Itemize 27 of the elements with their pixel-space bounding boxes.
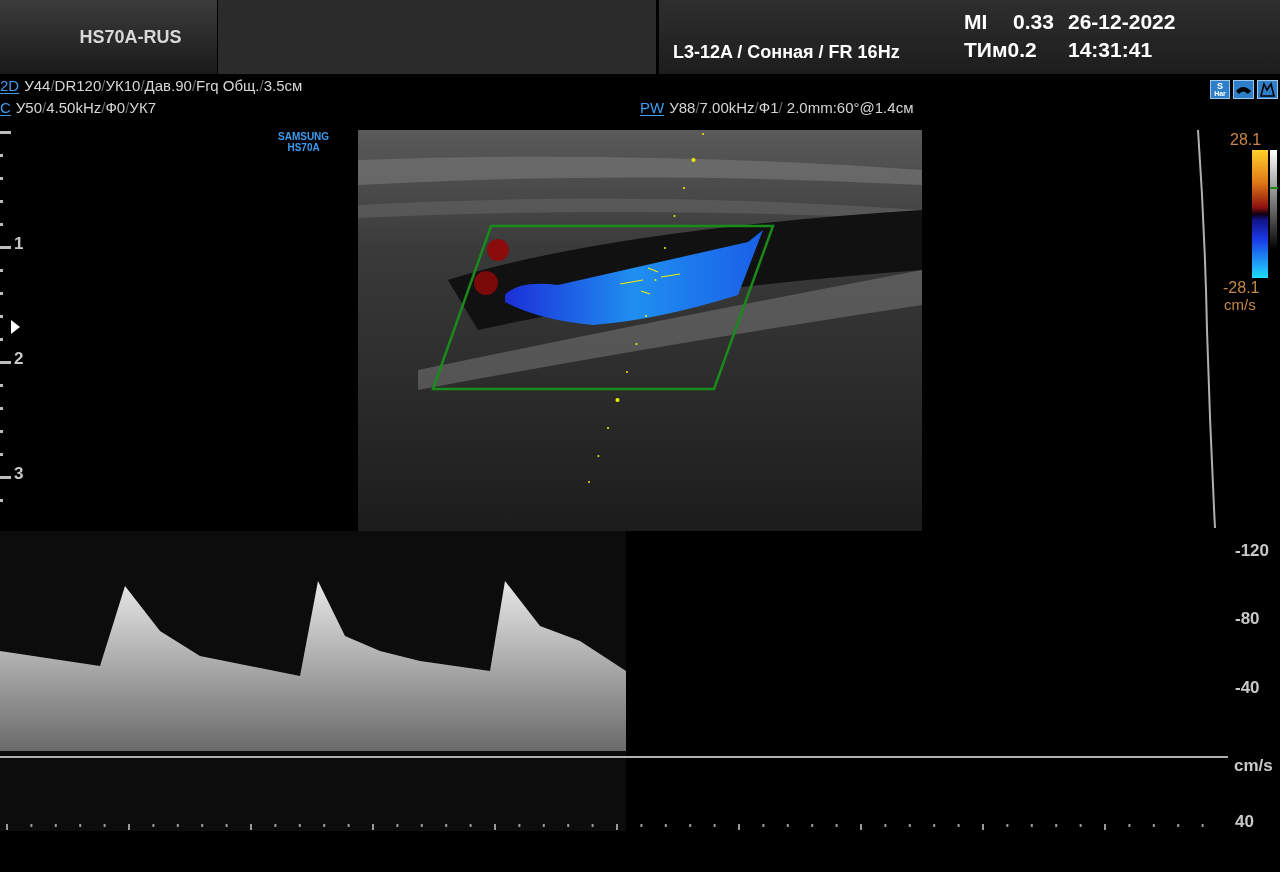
depth-label: 3 — [14, 465, 24, 483]
parameter-text: У88/7.00kHz/Ф1/ 2.0mm:60°@1.4см — [669, 98, 914, 118]
velocity-label: 40 — [1235, 813, 1254, 831]
depth-label: 1 — [14, 235, 24, 253]
ti-value: ТИм0.2 — [964, 38, 1038, 62]
mode-label: 2D — [0, 76, 20, 96]
parameter-text: У50/4.50kHz/Ф0/УК7 — [15, 98, 156, 118]
velocity-label: -40 — [1235, 679, 1260, 697]
mi-label: MI — [964, 10, 989, 34]
logo: SAMSUNG HS70A — [278, 131, 330, 153]
velocity-label: -120 — [1235, 542, 1270, 560]
depth-label: 2 — [14, 350, 24, 368]
parameter-text: У44/DR120/УК10/Дав.90/Frq Общ./3.5см — [24, 76, 303, 96]
mode-label: C — [0, 98, 11, 118]
probe-info: L3-12A / Сонная / FR 16Hz — [673, 41, 900, 64]
color-scale-min: -28.1 — [1223, 280, 1260, 296]
color-scale-max: 28.1 — [1230, 130, 1262, 150]
badge-letter: S — [1217, 81, 1223, 90]
velocity-unit: cm/s — [1234, 757, 1273, 775]
color-scale-unit: cm/s — [1224, 297, 1256, 313]
system-name: HS70A-RUS — [79, 25, 182, 49]
date: 26-12-2022 — [1068, 10, 1176, 34]
time: 14:31:41 — [1068, 38, 1153, 62]
focus-marker-icon — [11, 320, 20, 334]
velocity-label: -80 — [1235, 610, 1260, 628]
mode-label: PW — [640, 98, 665, 118]
mi-value: 0.33 — [1013, 10, 1055, 34]
